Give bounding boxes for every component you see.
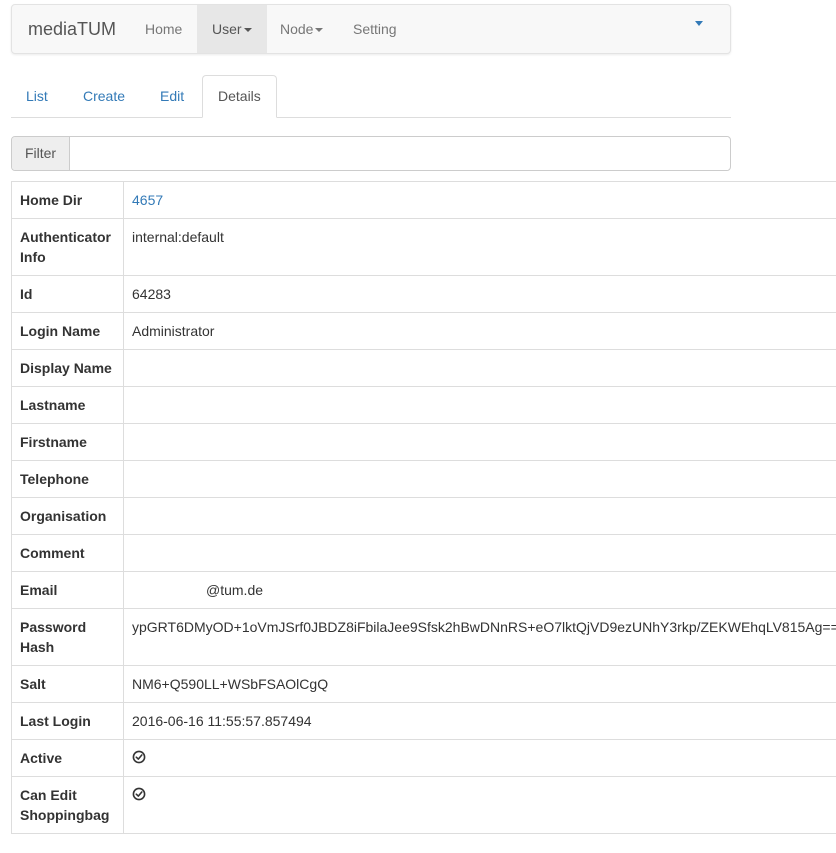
nav-node-label: Node	[280, 21, 314, 37]
nav-setting-label: Setting	[353, 21, 397, 37]
check-circle-icon	[132, 786, 146, 801]
details-table: Home Dir 4657 Authenticator Info internal:d…	[11, 181, 836, 834]
detail-key: Telephone	[11, 460, 124, 498]
detail-value-text: ypGRT6DMyOD+1oVmJSrf0JBDZ8iFbilaJee9Sfsk…	[132, 619, 836, 635]
detail-key: Id	[11, 275, 124, 313]
detail-value: internal:default	[123, 218, 836, 276]
detail-key: Salt	[11, 665, 124, 703]
detail-key: Lastname	[11, 386, 124, 424]
detail-value	[123, 386, 836, 424]
detail-value	[123, 739, 836, 777]
filter-label: Filter	[12, 137, 70, 170]
tab-edit[interactable]: Edit	[145, 75, 199, 117]
filter-input[interactable]	[70, 137, 728, 170]
detail-key: Organisation	[11, 497, 124, 535]
user-menu-caret-icon[interactable]	[695, 21, 703, 26]
nav-user-label: User	[212, 21, 242, 37]
chevron-down-icon	[243, 28, 252, 33]
detail-row-email: Email @tum.de	[11, 571, 836, 609]
filter-group: Filter	[11, 136, 731, 171]
detail-key: Password Hash	[11, 608, 124, 666]
detail-row-home-dir: Home Dir 4657	[11, 181, 836, 219]
detail-value-text: 64283	[132, 286, 171, 302]
detail-key: Can Edit Shoppingbag	[11, 776, 124, 834]
nav-node-dropdown[interactable]: Node	[265, 5, 338, 53]
detail-value: ypGRT6DMyOD+1oVmJSrf0JBDZ8iFbilaJee9Sfsk…	[123, 608, 836, 666]
detail-row-comment: Comment	[11, 534, 836, 572]
detail-key: Display Name	[11, 349, 124, 387]
detail-value	[123, 534, 836, 572]
detail-row-can-edit-shoppingbag: Can Edit Shoppingbag	[11, 776, 836, 834]
detail-value	[123, 776, 836, 834]
detail-row-telephone: Telephone	[11, 460, 836, 498]
nav-home-label: Home	[145, 21, 183, 37]
tab-list[interactable]: List	[11, 75, 63, 117]
detail-row-authenticator-info: Authenticator Info internal:default	[11, 218, 836, 276]
detail-key: Email	[11, 571, 124, 609]
detail-value: 2016-06-16 11:55:57.857494	[123, 702, 836, 740]
nav-user-dropdown[interactable]: User	[197, 5, 267, 53]
detail-row-display-name: Display Name	[11, 349, 836, 387]
detail-value	[123, 349, 836, 387]
detail-value-text: @tum.de	[206, 582, 264, 598]
detail-value-text: NM6+Q590LL+WSbFSAOlCgQ	[132, 676, 329, 692]
detail-row-salt: Salt NM6+Q590LL+WSbFSAOlCgQ	[11, 665, 836, 703]
check-circle-icon	[132, 749, 146, 764]
nav-setting[interactable]: Setting	[338, 5, 412, 53]
detail-row-organisation: Organisation	[11, 497, 836, 535]
detail-value: @tum.de	[123, 571, 836, 609]
detail-row-id: Id 64283	[11, 275, 836, 313]
detail-row-lastname: Lastname	[11, 386, 836, 424]
detail-row-password-hash: Password Hash ypGRT6DMyOD+1oVmJSrf0JBDZ8i…	[11, 608, 836, 666]
detail-key: Firstname	[11, 423, 124, 461]
detail-value-text: 2016-06-16 11:55:57.857494	[132, 713, 312, 729]
detail-row-active: Active	[11, 739, 836, 777]
detail-value: NM6+Q590LL+WSbFSAOlCgQ	[123, 665, 836, 703]
detail-row-firstname: Firstname	[11, 423, 836, 461]
detail-value	[123, 423, 836, 461]
tab-details[interactable]: Details	[202, 75, 277, 118]
detail-row-login-name: Login Name Administrator	[11, 312, 836, 350]
detail-key: Login Name	[11, 312, 124, 350]
navbar: mediaTUM Home User Node Setting	[11, 4, 731, 54]
nav-home[interactable]: Home	[130, 5, 197, 53]
detail-value: Administrator	[123, 312, 836, 350]
chevron-down-icon	[315, 28, 324, 33]
detail-row-last-login: Last Login 2016-06-16 11:55:57.857494	[11, 702, 836, 740]
detail-key: Home Dir	[11, 181, 124, 219]
detail-value-text: internal:default	[132, 229, 224, 245]
brand-logo[interactable]: mediaTUM	[28, 5, 116, 53]
detail-key: Last Login	[11, 702, 124, 740]
detail-value	[123, 460, 836, 498]
detail-value	[123, 497, 836, 535]
home-dir-link[interactable]: 4657	[132, 192, 163, 208]
detail-key: Comment	[11, 534, 124, 572]
tab-bar: List Create Edit Details	[11, 75, 731, 118]
detail-value-text: Administrator	[132, 323, 215, 339]
detail-key: Authenticator Info	[11, 218, 124, 276]
tab-create[interactable]: Create	[68, 75, 140, 117]
detail-key: Active	[11, 739, 124, 777]
detail-value: 64283	[123, 275, 836, 313]
detail-value: 4657	[123, 181, 836, 219]
